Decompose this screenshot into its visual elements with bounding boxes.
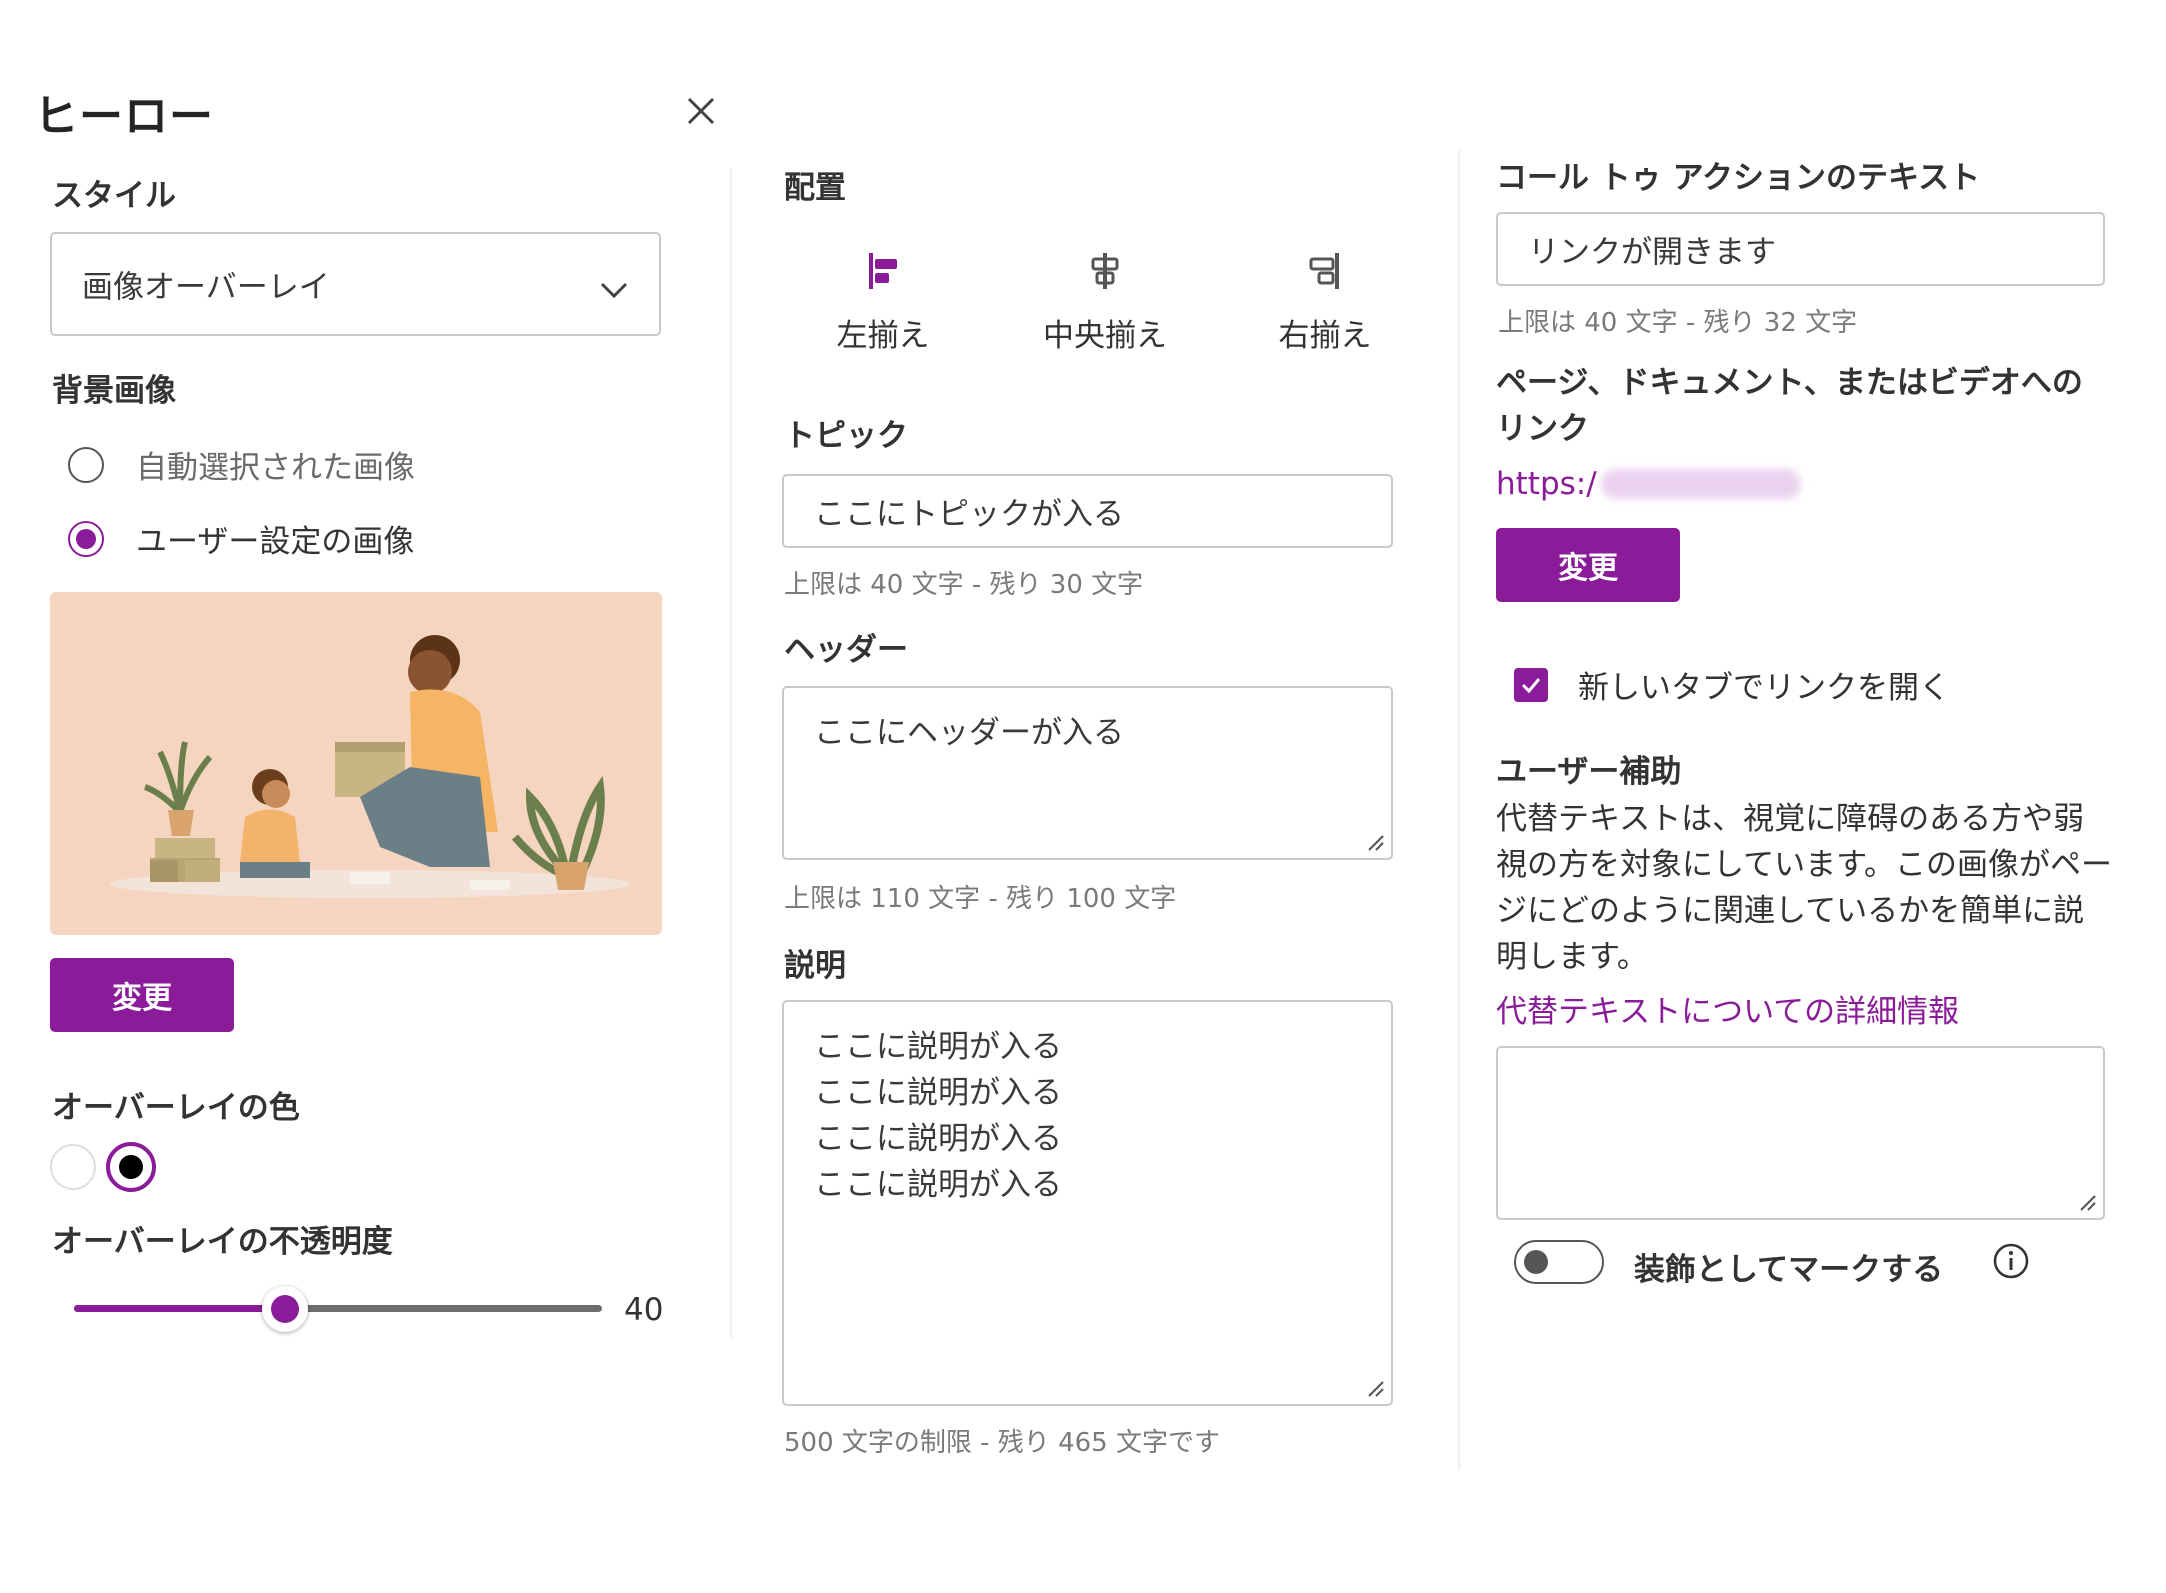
align-left-icon bbox=[798, 246, 968, 296]
header-label: ヘッダー bbox=[784, 632, 908, 668]
background-option-auto[interactable]: 自動選択された画像 bbox=[68, 442, 415, 487]
link-url[interactable]: https:/ bbox=[1496, 466, 1801, 502]
description-hint: 500 文字の制限 - 残り 465 文字です bbox=[784, 1428, 1220, 1458]
link-url-text: https:/ bbox=[1496, 466, 1597, 502]
new-tab-checkbox-row[interactable]: 新しいタブでリンクを開く bbox=[1514, 662, 1950, 707]
background-option-label: 自動選択された画像 bbox=[136, 450, 415, 486]
align-left-label: 左揃え bbox=[836, 318, 930, 354]
align-right-label: 右揃え bbox=[1278, 318, 1372, 354]
radio-auto[interactable] bbox=[68, 446, 104, 483]
topic-label: トピック bbox=[784, 418, 908, 454]
description-textarea[interactable]: ここに説明が入る ここに説明が入る ここに説明が入る ここに説明が入る bbox=[782, 1000, 1393, 1406]
cta-input-value: リンクが開きます bbox=[1528, 234, 1776, 271]
description-label: 説明 bbox=[784, 948, 846, 984]
close-icon[interactable] bbox=[684, 94, 718, 128]
topic-input-value: ここにトピックが入る bbox=[814, 496, 1124, 533]
column-divider bbox=[730, 168, 732, 1338]
radio-custom[interactable] bbox=[68, 520, 104, 557]
style-dropdown[interactable]: 画像オーバーレイ bbox=[50, 232, 661, 336]
decorative-toggle[interactable] bbox=[1514, 1240, 1604, 1284]
resize-grip-icon[interactable] bbox=[1365, 1378, 1385, 1398]
align-center-label: 中央揃え bbox=[1043, 318, 1167, 354]
align-right-option[interactable]: 右揃え bbox=[1240, 246, 1410, 355]
a11y-learn-more-link[interactable]: 代替テキストについての詳細情報 bbox=[1496, 986, 1959, 1031]
resize-grip-icon[interactable] bbox=[2077, 1192, 2097, 1212]
info-icon[interactable] bbox=[1992, 1242, 2030, 1280]
style-dropdown-value: 画像オーバーレイ bbox=[82, 269, 330, 306]
background-label: 背景画像 bbox=[52, 373, 176, 409]
description-textarea-value: ここに説明が入る ここに説明が入る ここに説明が入る ここに説明が入る bbox=[814, 1029, 1062, 1203]
cta-input[interactable]: リンクが開きます bbox=[1496, 212, 2105, 286]
change-image-button[interactable]: 変更 bbox=[50, 958, 234, 1032]
background-option-label: ユーザー設定の画像 bbox=[136, 524, 415, 560]
align-center-option[interactable]: 中央揃え bbox=[1020, 246, 1190, 355]
header-textarea-value: ここにヘッダーが入る bbox=[814, 715, 1124, 751]
align-left-option[interactable]: 左揃え bbox=[798, 246, 968, 355]
overlay-color-white[interactable] bbox=[50, 1144, 96, 1190]
new-tab-checkbox[interactable] bbox=[1514, 667, 1548, 702]
cta-label: コール トゥ アクションのテキスト bbox=[1496, 160, 1981, 196]
alignment-label: 配置 bbox=[784, 170, 846, 206]
align-right-icon bbox=[1240, 246, 1410, 296]
slider-fill bbox=[74, 1305, 286, 1312]
background-image-preview bbox=[50, 592, 662, 935]
link-url-redacted bbox=[1600, 469, 1801, 499]
panel-title: ヒーロー bbox=[34, 91, 214, 142]
overlay-color-label: オーバーレイの色 bbox=[52, 1090, 300, 1126]
overlay-color-black[interactable] bbox=[106, 1142, 156, 1192]
toggle-knob bbox=[1524, 1250, 1548, 1274]
header-hint: 上限は 110 文字 - 残り 100 文字 bbox=[784, 884, 1177, 914]
chevron-down-icon bbox=[599, 272, 629, 308]
resize-grip-icon[interactable] bbox=[1365, 832, 1385, 852]
decorative-label: 装飾としてマークする bbox=[1634, 1252, 1944, 1288]
link-label: ページ、ドキュメント、またはビデオへのリンク bbox=[1496, 365, 2083, 447]
cta-hint: 上限は 40 文字 - 残り 32 文字 bbox=[1498, 308, 1858, 338]
topic-input[interactable]: ここにトピックが入る bbox=[782, 474, 1393, 548]
header-textarea[interactable]: ここにヘッダーが入る bbox=[782, 686, 1393, 860]
alt-text-textarea[interactable] bbox=[1496, 1046, 2105, 1220]
slider-thumb[interactable] bbox=[262, 1286, 309, 1332]
topic-hint: 上限は 40 文字 - 残り 30 文字 bbox=[784, 570, 1144, 600]
opacity-value: 40 bbox=[624, 1292, 664, 1328]
new-tab-label: 新しいタブでリンクを開く bbox=[1578, 670, 1950, 706]
background-option-custom[interactable]: ユーザー設定の画像 bbox=[68, 516, 414, 561]
opacity-slider[interactable] bbox=[74, 1284, 602, 1334]
style-label: スタイル bbox=[52, 178, 176, 214]
a11y-description: 代替テキストは、視覚に障碍のある方や弱視の方を対象にしています。この画像がページ… bbox=[1496, 801, 2112, 975]
column-divider bbox=[1458, 150, 1460, 1470]
opacity-label: オーバーレイの不透明度 bbox=[52, 1224, 393, 1260]
align-center-icon bbox=[1020, 246, 1190, 296]
a11y-label: ユーザー補助 bbox=[1496, 754, 1682, 790]
change-link-button[interactable]: 変更 bbox=[1496, 528, 1680, 602]
checkmark-icon bbox=[1521, 677, 1541, 693]
